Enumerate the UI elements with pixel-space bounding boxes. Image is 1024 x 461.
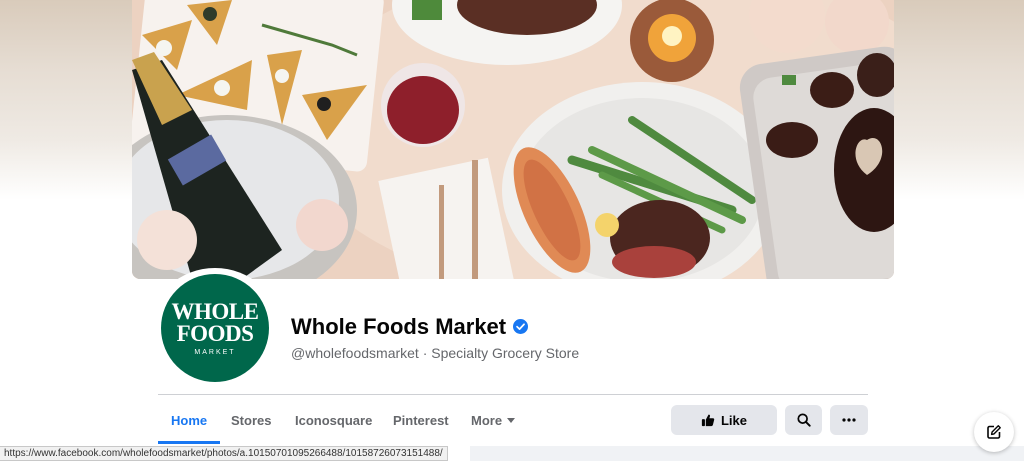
cover-photo-image (132, 0, 894, 279)
verified-badge-icon (513, 319, 528, 334)
page-title: Whole Foods Market (291, 314, 507, 339)
content-area-top (470, 446, 1024, 461)
profile-picture[interactable]: WHOLE FOODS MARKET (150, 268, 280, 390)
compose-icon (987, 425, 1001, 439)
tab-pinterest[interactable]: Pinterest (380, 396, 462, 444)
search-page-button[interactable] (785, 405, 822, 435)
tab-stores[interactable]: Stores (218, 396, 284, 444)
tab-pinterest-label: Pinterest (393, 412, 449, 428)
like-button-label: Like (720, 412, 747, 428)
like-button[interactable]: Like (671, 405, 777, 435)
caret-down-icon (507, 417, 516, 423)
thumbs-up-icon (701, 414, 715, 427)
tab-iconosquare-label: Iconosquare (295, 412, 373, 428)
whole-foods-logo: WHOLE FOODS MARKET (161, 274, 269, 382)
more-options-button[interactable] (830, 405, 868, 435)
page-handle-category: @wholefoodsmarket · Specialty Grocery St… (291, 345, 580, 361)
header-divider (158, 394, 868, 395)
new-message-button[interactable] (974, 412, 1014, 452)
search-icon (796, 413, 811, 427)
tab-home-label: Home (171, 412, 208, 428)
tab-more-label: More (471, 412, 503, 428)
tab-stores-label: Stores (231, 412, 272, 428)
logo-line-2: FOODS (176, 320, 254, 346)
cover-photo[interactable] (132, 0, 894, 279)
browser-status-url: https://www.facebook.com/wholefoodsmarke… (0, 446, 448, 461)
tab-more[interactable]: More (458, 396, 528, 444)
ellipsis-icon (842, 418, 856, 422)
tab-home[interactable]: Home (158, 396, 221, 444)
logo-line-1: WHOLE (171, 298, 259, 324)
logo-line-3: MARKET (194, 348, 236, 356)
tab-iconosquare[interactable]: Iconosquare (282, 396, 385, 444)
